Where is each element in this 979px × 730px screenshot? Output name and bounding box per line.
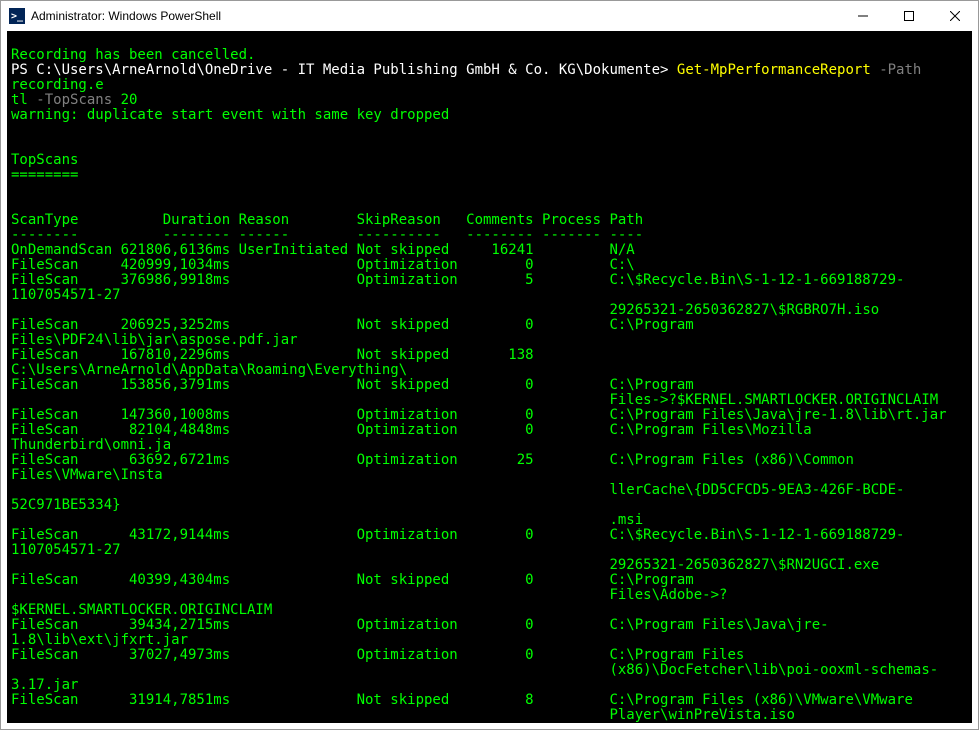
minimize-icon bbox=[858, 11, 868, 21]
titlebar[interactable]: >_ Administrator: Windows PowerShell bbox=[1, 1, 978, 31]
powershell-icon: >_ bbox=[9, 8, 25, 24]
window-title: Administrator: Windows PowerShell bbox=[31, 9, 221, 23]
titlebar-buttons bbox=[840, 1, 978, 31]
maximize-button[interactable] bbox=[886, 1, 932, 31]
maximize-icon bbox=[904, 11, 914, 21]
minimize-button[interactable] bbox=[840, 1, 886, 31]
close-icon bbox=[950, 11, 960, 21]
titlebar-left: >_ Administrator: Windows PowerShell bbox=[9, 8, 221, 24]
console-output[interactable]: Recording has been cancelled. PS C:\User… bbox=[7, 31, 972, 723]
app-window: >_ Administrator: Windows PowerShell Rec… bbox=[0, 0, 979, 730]
close-button[interactable] bbox=[932, 1, 978, 31]
